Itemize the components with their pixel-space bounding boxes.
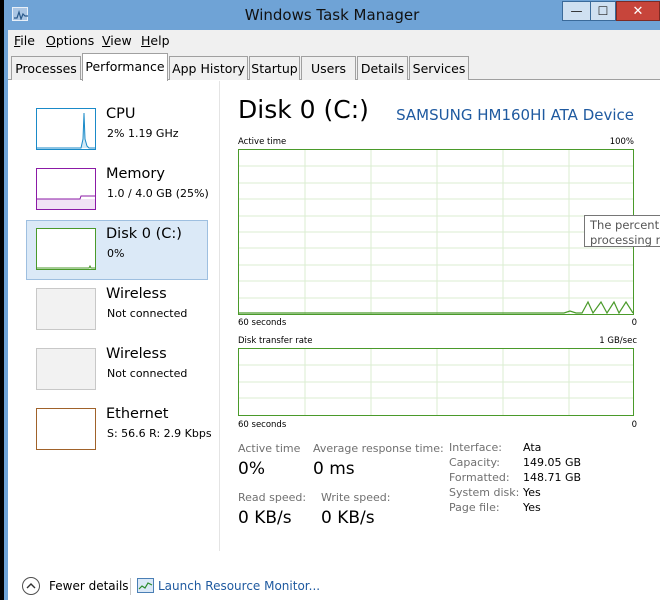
- resource-subtitle: S: 56.6 R: 2.9 Kbps: [107, 427, 212, 440]
- resource-item-memory[interactable]: Memory 1.0 / 4.0 GB (25%): [26, 160, 209, 220]
- resource-title: CPU: [106, 106, 136, 122]
- tab-app-history[interactable]: App History: [169, 56, 248, 80]
- resource-title: Memory: [106, 166, 165, 182]
- chevron-up-icon: [26, 583, 36, 589]
- resource-title: Wireless: [106, 346, 167, 362]
- minimize-button[interactable]: —: [562, 1, 590, 21]
- resource-list: CPU 2% 1.19 GHz Memory 1.0 / 4.0 GB (25%…: [8, 81, 220, 551]
- page-file-key: Page file:: [449, 501, 500, 514]
- menu-view[interactable]: View: [102, 33, 132, 48]
- active-time-graph-zero: 0: [631, 318, 637, 328]
- formatted-key: Formatted:: [449, 471, 510, 484]
- performance-panel: CPU 2% 1.19 GHz Memory 1.0 / 4.0 GB (25%…: [8, 81, 660, 600]
- interface-value: Ata: [523, 441, 542, 454]
- menu-bar: File Options View Help: [8, 30, 660, 52]
- close-icon: ✕: [632, 3, 644, 19]
- read-speed-label: Read speed:: [238, 491, 307, 504]
- maximize-button[interactable]: ☐: [590, 1, 616, 21]
- resource-item-disk[interactable]: Disk 0 (C:) 0%: [26, 220, 208, 280]
- avg-response-label: Average response time:: [313, 442, 444, 455]
- resource-subtitle: 2% 1.19 GHz: [107, 127, 179, 140]
- resource-subtitle: 1.0 / 4.0 GB (25%): [107, 187, 209, 200]
- tab-details[interactable]: Details: [357, 56, 408, 80]
- page-title: Disk 0 (C:): [238, 95, 369, 124]
- transfer-rate-graph[interactable]: [238, 348, 634, 416]
- menu-file[interactable]: File: [14, 33, 35, 48]
- tooltip-line: processing rea: [590, 233, 660, 247]
- tab-performance[interactable]: Performance: [82, 53, 168, 81]
- active-time-graph[interactable]: [238, 149, 634, 315]
- resource-item-ethernet[interactable]: Ethernet S: 56.6 R: 2.9 Kbps: [26, 400, 212, 460]
- write-speed-label: Write speed:: [321, 491, 391, 504]
- resource-subtitle: Not connected: [107, 307, 188, 320]
- ethernet-mini-graph: [36, 408, 96, 450]
- formatted-value: 148.71 GB: [523, 471, 582, 484]
- close-button[interactable]: ✕: [616, 1, 660, 21]
- tab-users[interactable]: Users: [301, 56, 356, 80]
- resource-title: Wireless: [106, 286, 167, 302]
- interface-key: Interface:: [449, 441, 502, 454]
- resource-monitor-icon[interactable]: [137, 578, 154, 593]
- tab-strip: Processes Performance App History Startu…: [8, 52, 660, 81]
- active-time-graph-span: 60 seconds: [238, 318, 287, 328]
- resource-title: Disk 0 (C:): [106, 226, 182, 242]
- active-time-graph-max: 100%: [609, 137, 634, 147]
- title-bar[interactable]: Windows Task Manager — ☐ ✕: [4, 0, 660, 30]
- maximize-icon: ☐: [597, 4, 609, 18]
- system-disk-value: Yes: [523, 486, 541, 499]
- wireless-mini-graph: [36, 348, 96, 390]
- window-client: File Options View Help Processes Perform…: [8, 30, 660, 600]
- menu-options[interactable]: Options: [46, 33, 94, 48]
- resource-item-cpu[interactable]: CPU 2% 1.19 GHz: [26, 100, 208, 160]
- transfer-rate-graph-zero: 0: [631, 420, 637, 430]
- menu-help[interactable]: Help: [141, 33, 170, 48]
- resource-subtitle: 0%: [107, 247, 125, 260]
- tab-startup[interactable]: Startup: [249, 56, 300, 80]
- wireless-mini-graph: [36, 288, 96, 330]
- disk-mini-graph: [36, 228, 96, 270]
- resource-title: Ethernet: [106, 406, 169, 422]
- fewer-details-button[interactable]: [22, 577, 40, 595]
- active-time-value: 0%: [238, 459, 265, 479]
- tooltip-line: The percent of: [590, 218, 660, 232]
- device-name: SAMSUNG HM160HI ATA Device: [396, 106, 634, 124]
- read-speed-value: 0 KB/s: [238, 508, 292, 528]
- avg-response-value: 0 ms: [313, 459, 355, 479]
- transfer-rate-graph-label: Disk transfer rate: [238, 336, 313, 346]
- transfer-rate-graph-span: 60 seconds: [238, 420, 287, 430]
- capacity-value: 149.05 GB: [523, 456, 582, 469]
- resource-subtitle: Not connected: [107, 367, 188, 380]
- transfer-rate-graph-max: 1 GB/sec: [599, 336, 637, 346]
- cpu-mini-graph: [36, 108, 96, 150]
- page-file-value: Yes: [523, 501, 541, 514]
- minimize-icon: —: [570, 4, 583, 18]
- launch-resource-monitor-link[interactable]: Launch Resource Monitor...: [158, 579, 320, 593]
- system-disk-key: System disk:: [449, 486, 520, 499]
- memory-mini-graph: [36, 168, 96, 210]
- fewer-details-label[interactable]: Fewer details: [49, 579, 129, 593]
- resource-item-wireless-2[interactable]: Wireless Not connected: [26, 340, 208, 400]
- active-time-label: Active time: [238, 442, 301, 455]
- capacity-key: Capacity:: [449, 456, 500, 469]
- tab-services[interactable]: Services: [409, 56, 469, 80]
- footer-divider: [130, 578, 131, 595]
- tooltip: The percent of processing rea: [584, 215, 660, 247]
- resource-item-wireless-1[interactable]: Wireless Not connected: [26, 280, 208, 340]
- write-speed-value: 0 KB/s: [321, 508, 375, 528]
- active-time-graph-label: Active time: [238, 137, 287, 147]
- footer: Fewer details Launch Resource Monitor...: [8, 551, 660, 600]
- tab-processes[interactable]: Processes: [11, 56, 81, 80]
